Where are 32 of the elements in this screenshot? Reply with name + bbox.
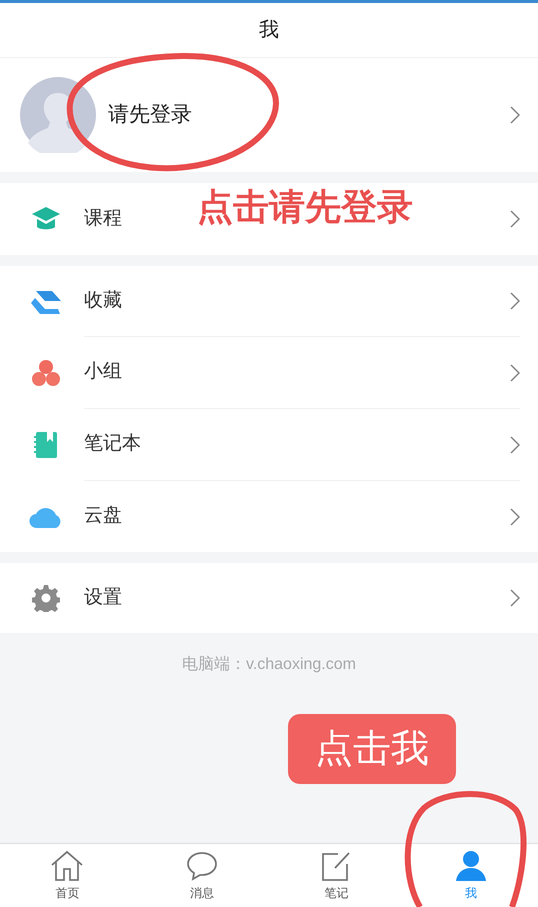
chevron-icon xyxy=(510,364,520,382)
annotation-badge: 点击我 xyxy=(288,714,456,784)
edit-icon xyxy=(321,850,352,882)
tab[interactable]: 消息 xyxy=(134,844,269,907)
tab[interactable]: 我 xyxy=(404,844,538,907)
menu-item[interactable]: 收藏 xyxy=(84,286,122,316)
page-title: 我 xyxy=(259,18,279,43)
layers-icon xyxy=(30,290,62,314)
circles-icon xyxy=(31,359,61,387)
menu-item[interactable]: 云盘 xyxy=(84,502,122,531)
avatar-icon xyxy=(20,77,96,153)
menu-item[interactable]: 小组 xyxy=(84,358,122,387)
menu-item[interactable]: 笔记本 xyxy=(84,430,141,459)
chevron-icon xyxy=(510,210,520,228)
settings-icon xyxy=(32,584,60,612)
chevron-icon xyxy=(510,589,520,607)
person-icon xyxy=(454,850,487,882)
notebook-icon xyxy=(34,431,58,459)
annotation-text: 点击请先登录 xyxy=(197,185,413,229)
tab[interactable]: 首页 xyxy=(0,844,134,907)
profile-row[interactable]: 请先登录 xyxy=(0,58,538,172)
home-icon xyxy=(50,850,84,882)
speech-bubble-icon xyxy=(186,850,218,882)
login-prompt: 请先登录 xyxy=(108,102,193,128)
menu-item[interactable]: 课程 xyxy=(84,204,122,234)
footer-note: 电脑端：v.chaoxing.com xyxy=(181,654,357,675)
chevron-icon xyxy=(510,106,520,124)
tab[interactable]: 笔记 xyxy=(269,844,404,907)
chevron-icon xyxy=(510,508,520,526)
chevron-icon xyxy=(510,436,520,454)
chevron-icon xyxy=(510,292,520,310)
menu-item[interactable]: 设置 xyxy=(84,584,122,612)
